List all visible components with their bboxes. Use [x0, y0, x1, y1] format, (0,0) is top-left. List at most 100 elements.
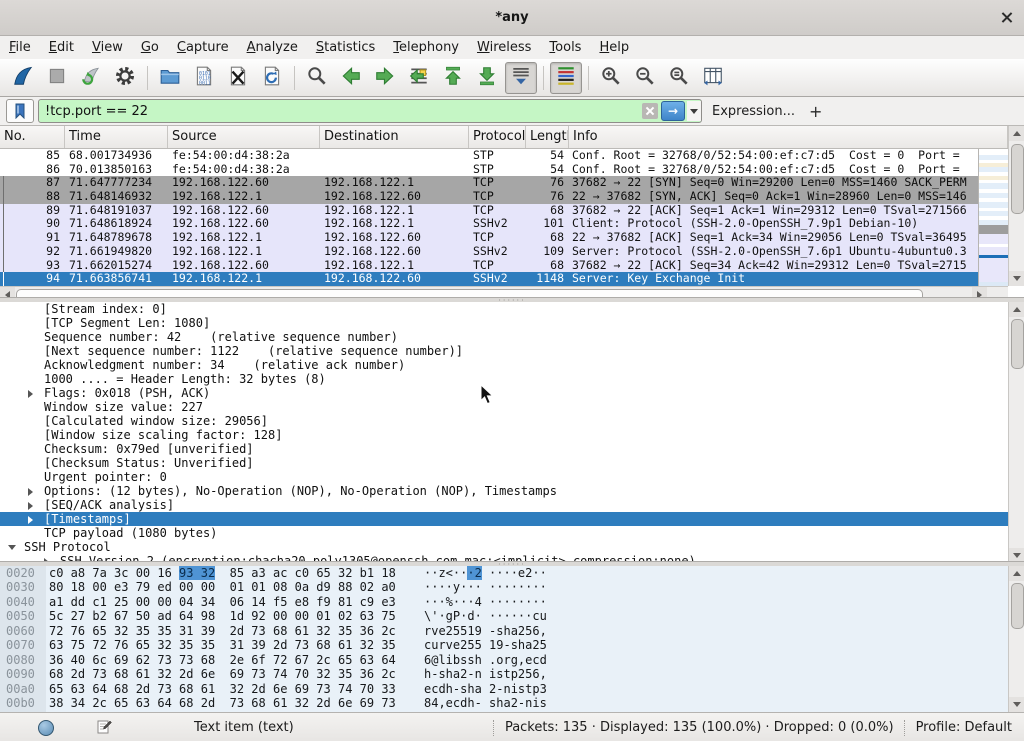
scrollbar-thumb[interactable] [1011, 319, 1024, 369]
hex-ascii[interactable]: ····y··· ········ [424, 580, 547, 594]
hex-row-0080[interactable]: 008036 40 6c 69 62 73 73 68 2e 6f 72 67 … [0, 653, 1024, 667]
hex-row-0070[interactable]: 007063 75 72 76 65 32 35 35 31 39 2d 73 … [0, 638, 1024, 652]
scroll-up-icon[interactable] [1009, 302, 1024, 317]
packet-row-94[interactable]: 9471.663856741192.168.122.1192.168.122.6… [0, 272, 978, 286]
zoom-out-button[interactable] [629, 62, 661, 94]
hex-ascii[interactable]: curve255 19-sha25 [424, 638, 547, 652]
zoom-in-button[interactable] [595, 62, 627, 94]
detail-line-9[interactable]: [Window size scaling factor: 128] [0, 428, 1024, 442]
colorize-toggle-button[interactable] [550, 62, 582, 94]
hex-bytes[interactable]: 36 40 6c 69 62 73 73 68 2e 6f 72 67 2c 6… [49, 653, 396, 667]
details-vscrollbar[interactable] [1008, 302, 1024, 563]
hex-ascii[interactable]: 6@libssh .org,ecd [424, 653, 547, 667]
detail-line-7[interactable]: Window size value: 227 [0, 400, 1024, 414]
scroll-up-icon[interactable] [1009, 566, 1024, 581]
restart-capture-button[interactable] [75, 62, 107, 94]
menu-help[interactable]: Help [590, 38, 638, 57]
menu-wireless[interactable]: Wireless [468, 38, 540, 57]
display-filter-input[interactable] [39, 101, 642, 121]
hex-row-0030[interactable]: 003080 18 00 e3 79 ed 00 00 01 01 08 0a … [0, 580, 1024, 594]
hex-bytes[interactable]: a1 dd c1 25 00 00 04 34 06 14 f5 e8 f9 8… [49, 595, 396, 609]
intelligent-scrollbar-minimap[interactable] [978, 149, 1009, 286]
detail-line-2[interactable]: Sequence number: 42 (relative sequence n… [0, 330, 1024, 344]
hex-bytes[interactable]: 72 76 65 32 35 35 31 39 2d 73 68 61 32 3… [49, 624, 396, 638]
menu-tools[interactable]: Tools [540, 38, 590, 57]
scroll-down-icon[interactable] [1009, 271, 1024, 286]
packet-row-93[interactable]: 9371.662015274192.168.122.60192.168.122.… [0, 259, 978, 273]
detail-line-0[interactable]: [Stream index: 0] [0, 302, 1024, 316]
capture-comment-icon[interactable] [96, 718, 112, 738]
scroll-up-icon[interactable] [1009, 126, 1024, 141]
start-capture-button[interactable] [7, 62, 39, 94]
menu-edit[interactable]: Edit [40, 38, 83, 57]
column-header-protocol[interactable]: Protocol [469, 126, 526, 148]
close-icon[interactable] [1000, 10, 1014, 24]
go-back-button[interactable] [335, 62, 367, 94]
resize-columns-button[interactable] [697, 62, 729, 94]
hex-bytes[interactable]: 63 75 72 76 65 32 35 35 31 39 2d 73 68 6… [49, 638, 396, 652]
column-header-length[interactable]: Length [526, 126, 569, 148]
hex-ascii[interactable]: ··z<···2 ····e2·· [424, 566, 547, 580]
chevron-right-icon[interactable] [28, 488, 33, 496]
menu-analyze[interactable]: Analyze [238, 38, 307, 57]
detail-line-17[interactable]: SSH Protocol [0, 540, 1024, 554]
hex-bytes[interactable]: 65 63 64 68 2d 73 68 61 32 2d 6e 69 73 7… [49, 682, 396, 696]
packet-row-86[interactable]: 8670.013850163fe:54:00:d4:38:2aSTP54Conf… [0, 163, 978, 177]
hex-ascii[interactable]: 84,ecdh- sha2-nis [424, 696, 547, 710]
detail-line-1[interactable]: [TCP Segment Len: 1080] [0, 316, 1024, 330]
filter-clear-icon[interactable] [642, 103, 658, 119]
hex-row-0020[interactable]: 0020c0 a8 7a 3c 00 16 93 32 85 a3 ac c0 … [0, 566, 1024, 580]
column-header-time[interactable]: Time [65, 126, 168, 148]
reload-capture-file-button[interactable] [256, 62, 288, 94]
detail-line-10[interactable]: Checksum: 0x79ed [unverified] [0, 442, 1024, 456]
chevron-down-icon[interactable] [8, 545, 16, 550]
scroll-down-icon[interactable] [1009, 697, 1024, 712]
chevron-right-icon[interactable] [28, 502, 33, 510]
menu-capture[interactable]: Capture [168, 38, 238, 57]
menu-file[interactable]: File [0, 38, 40, 57]
scrollbar-thumb[interactable] [1011, 144, 1024, 214]
hex-bytes[interactable]: 68 2d 73 68 61 32 2d 6e 69 73 74 70 32 3… [49, 667, 396, 681]
detail-line-14[interactable]: [SEQ/ACK analysis] [0, 498, 1024, 512]
detail-line-11[interactable]: [Checksum Status: Unverified] [0, 456, 1024, 470]
menu-statistics[interactable]: Statistics [307, 38, 384, 57]
packet-row-92[interactable]: 9271.661949820192.168.122.1192.168.122.6… [0, 245, 978, 259]
detail-line-15[interactable]: [Timestamps] [0, 512, 1024, 526]
menu-go[interactable]: Go [132, 38, 168, 57]
hex-bytes[interactable]: 38 34 2c 65 63 64 68 2d 73 68 61 32 2d 6… [49, 696, 396, 710]
hex-vscrollbar[interactable] [1008, 566, 1024, 712]
column-header-destination[interactable]: Destination [320, 126, 469, 148]
open-capture-file-button[interactable] [154, 62, 186, 94]
chevron-right-icon[interactable] [28, 390, 33, 398]
packet-row-90[interactable]: 9071.648618924192.168.122.60192.168.122.… [0, 217, 978, 231]
expert-info-icon[interactable] [38, 720, 54, 736]
hex-bytes[interactable]: 5c 27 b2 67 50 ad 64 98 1d 92 00 00 01 0… [49, 609, 396, 623]
hex-ascii[interactable]: h-sha2-n istp256, [424, 667, 547, 681]
detail-line-6[interactable]: Flags: 0x018 (PSH, ACK) [0, 386, 1024, 400]
packet-row-88[interactable]: 8871.648146932192.168.122.1192.168.122.6… [0, 190, 978, 204]
menu-telephony[interactable]: Telephony [384, 38, 468, 57]
column-header-no[interactable]: No. [0, 126, 65, 148]
chevron-right-icon[interactable] [28, 516, 33, 524]
detail-line-16[interactable]: TCP payload (1080 bytes) [0, 526, 1024, 540]
column-header-source[interactable]: Source [168, 126, 320, 148]
find-packet-button[interactable] [301, 62, 333, 94]
filter-bookmark-button[interactable] [6, 99, 34, 123]
packet-row-89[interactable]: 8971.648191037192.168.122.60192.168.122.… [0, 204, 978, 218]
scrollbar-thumb[interactable] [1011, 583, 1024, 629]
add-filter-button[interactable]: + [809, 102, 822, 121]
profile-text[interactable]: Profile: Default [916, 720, 1012, 735]
packet-row-91[interactable]: 9171.648789678192.168.122.1192.168.122.6… [0, 231, 978, 245]
go-forward-button[interactable] [369, 62, 401, 94]
filter-history-dropdown[interactable] [687, 101, 701, 121]
go-last-packet-button[interactable] [471, 62, 503, 94]
filter-apply-icon[interactable]: → [661, 101, 685, 121]
hex-ascii[interactable]: rve25519 -sha256, [424, 624, 547, 638]
hex-row-0040[interactable]: 0040a1 dd c1 25 00 00 04 34 06 14 f5 e8 … [0, 595, 1024, 609]
hex-ascii[interactable]: \'·gP·d· ······cu [424, 609, 547, 623]
hex-row-0060[interactable]: 006072 76 65 32 35 35 31 39 2d 73 68 61 … [0, 624, 1024, 638]
detail-line-4[interactable]: Acknowledgment number: 34 (relative ack … [0, 358, 1024, 372]
packet-list-vscrollbar[interactable] [1008, 126, 1024, 286]
hex-row-0050[interactable]: 00505c 27 b2 67 50 ad 64 98 1d 92 00 00 … [0, 609, 1024, 623]
save-capture-file-button[interactable]: 010101100011 [188, 62, 220, 94]
